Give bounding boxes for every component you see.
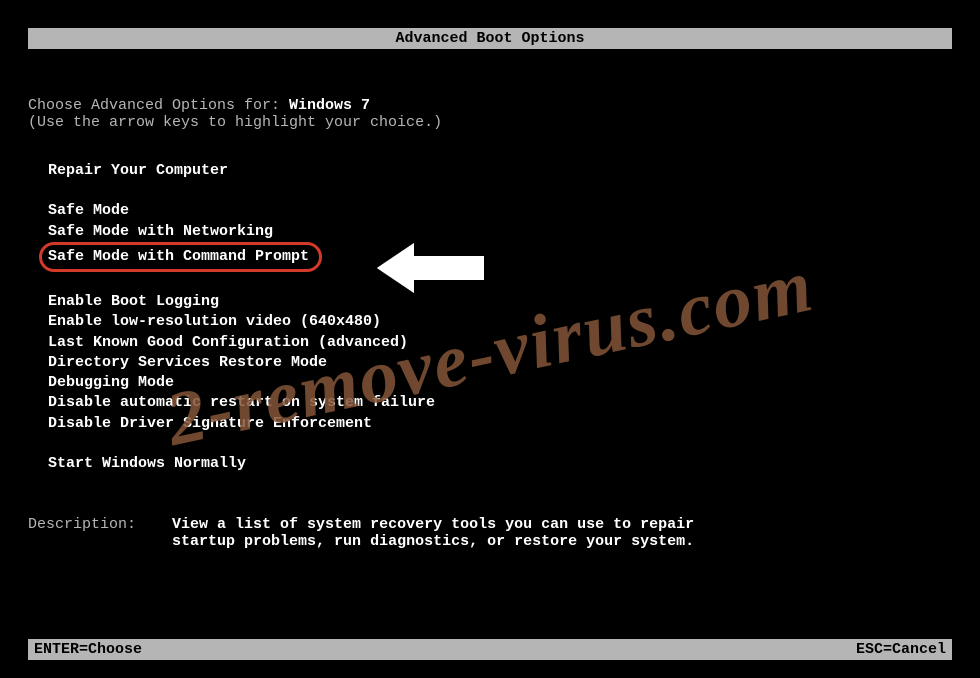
menu-item-debugging[interactable]: Debugging Mode [48,373,952,393]
intro-hint: (Use the arrow keys to highlight your ch… [28,114,952,131]
description-text: View a list of system recovery tools you… [172,516,732,550]
menu-item-safe-mode[interactable]: Safe Mode [48,201,952,221]
menu-item-disable-auto-restart[interactable]: Disable automatic restart on system fail… [48,393,952,413]
menu-item-boot-logging[interactable]: Enable Boot Logging [48,292,952,312]
menu-item-safe-mode-cmd[interactable]: Safe Mode with Command Prompt [48,242,952,272]
menu-item-start-normally[interactable]: Start Windows Normally [48,454,952,474]
description-block: Description: View a list of system recov… [28,516,952,550]
intro-line-1: Choose Advanced Options for: Windows 7 [28,97,952,114]
intro-prefix: Choose Advanced Options for: [28,97,289,114]
os-name: Windows 7 [289,97,370,114]
boot-menu[interactable]: Repair Your Computer Safe Mode Safe Mode… [48,161,952,474]
menu-item-ds-restore[interactable]: Directory Services Restore Mode [48,353,952,373]
menu-item-last-known-good[interactable]: Last Known Good Configuration (advanced) [48,333,952,353]
menu-item-low-res[interactable]: Enable low-resolution video (640x480) [48,312,952,332]
highlighted-option[interactable]: Safe Mode with Command Prompt [39,242,322,272]
intro-block: Choose Advanced Options for: Windows 7 (… [28,97,952,131]
page-title: Advanced Boot Options [395,30,584,47]
menu-item-safe-mode-networking[interactable]: Safe Mode with Networking [48,222,952,242]
menu-item-disable-driver-sig[interactable]: Disable Driver Signature Enforcement [48,414,952,434]
title-bar: Advanced Boot Options [28,28,952,49]
content-area: Choose Advanced Options for: Windows 7 (… [0,49,980,550]
description-label: Description: [28,516,172,550]
menu-item-repair[interactable]: Repair Your Computer [48,161,952,181]
